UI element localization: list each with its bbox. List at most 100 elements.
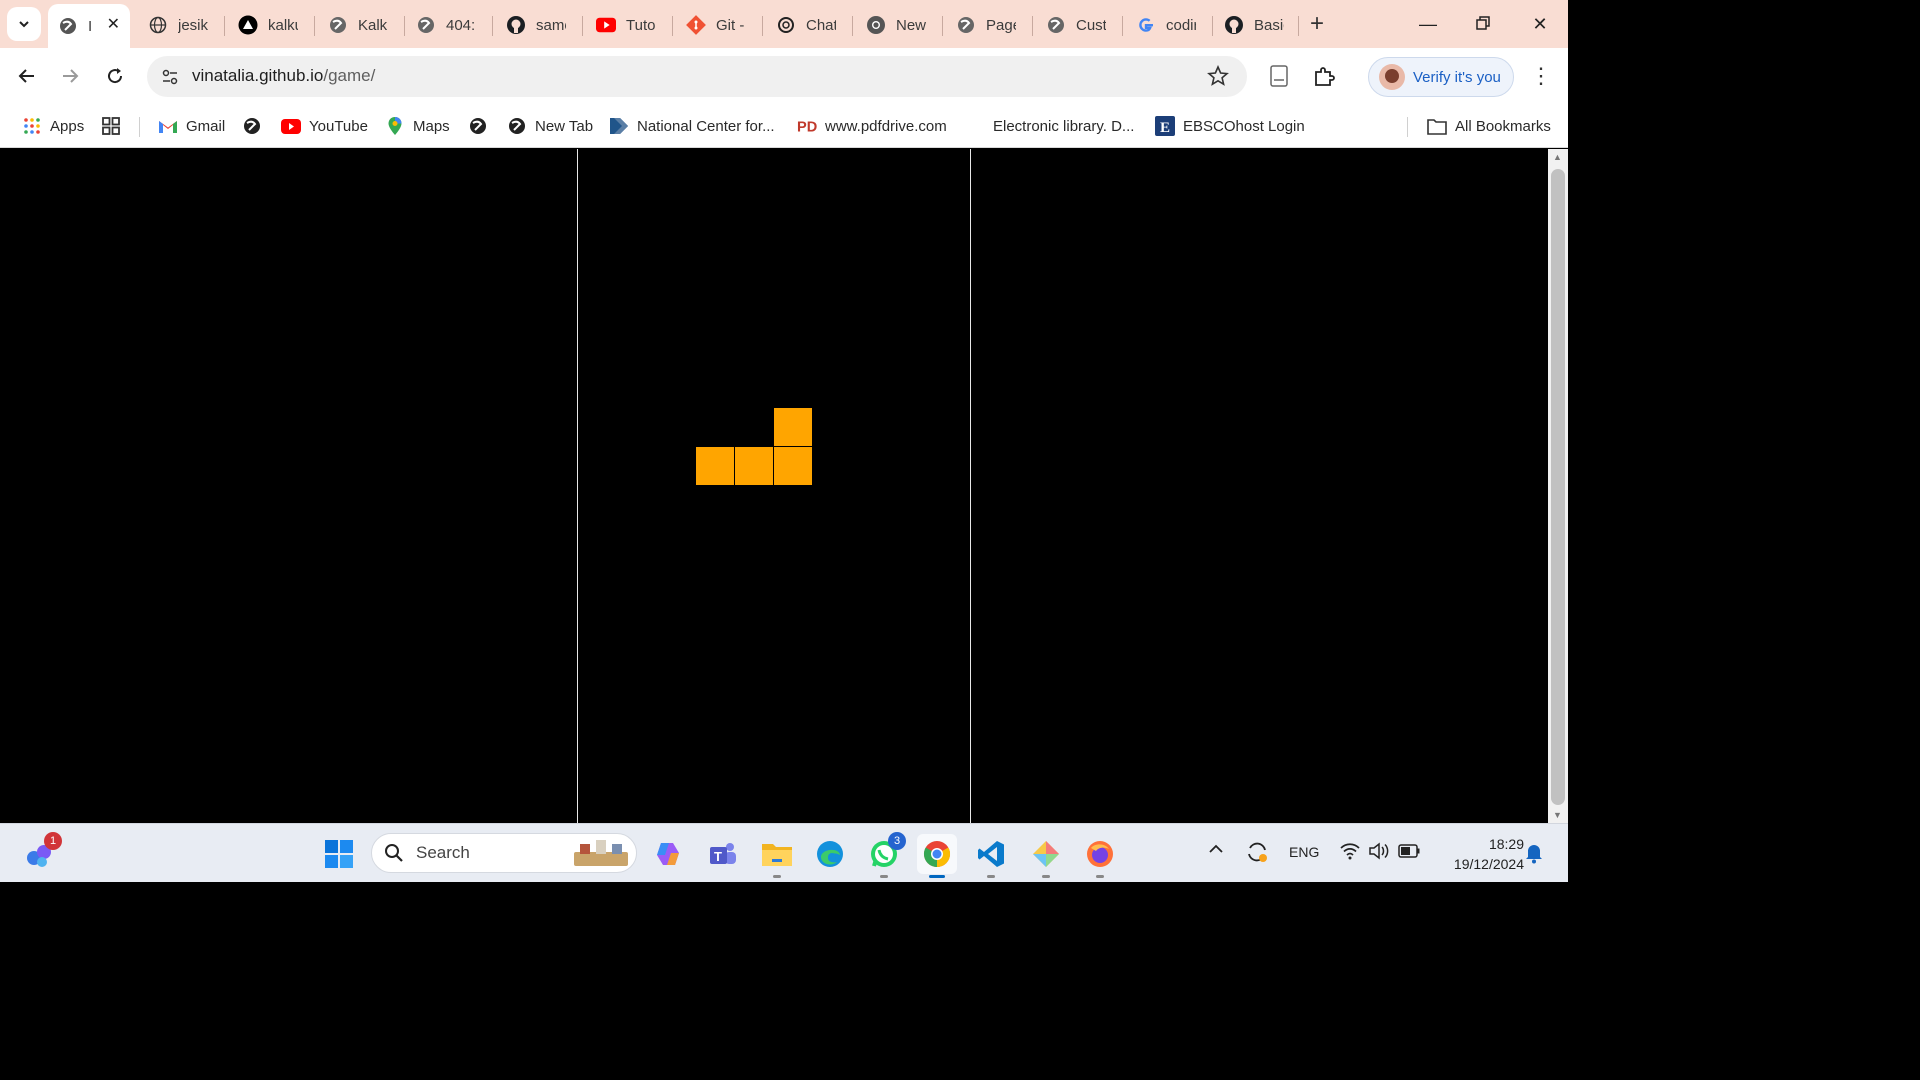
tab-title: Page <box>986 16 1016 34</box>
tab-title: Kalku <box>358 16 388 34</box>
tab[interactable]: codir <box>1126 6 1210 44</box>
firefox-icon <box>1087 841 1113 867</box>
bookmark-star-button[interactable] <box>1207 64 1229 87</box>
tab-active[interactable]: I ✕ <box>48 4 130 48</box>
profile-button[interactable]: Verify it's you <box>1368 57 1514 97</box>
tray-overflow-button[interactable] <box>1208 842 1224 859</box>
close-window-button[interactable]: ✕ <box>1525 10 1555 38</box>
firefox-app[interactable] <box>1080 834 1120 878</box>
taskbar-search[interactable]: Search <box>371 833 637 873</box>
tab[interactable]: Page <box>946 6 1030 44</box>
whatsapp-app[interactable]: 3 <box>864 832 906 878</box>
new-tab-button[interactable]: + <box>1304 12 1330 38</box>
bookmark-globe[interactable] <box>468 113 496 139</box>
bookmark-apps[interactable]: Apps <box>22 113 84 139</box>
bookmark-ncbi[interactable]: National Center for... <box>609 113 775 139</box>
extensions-button[interactable] <box>1310 62 1338 90</box>
star-icon <box>1207 64 1229 86</box>
widgets-button[interactable]: 1 <box>20 832 62 874</box>
tab[interactable]: Git - <box>676 6 760 44</box>
bookmark-globe[interactable] <box>242 113 270 139</box>
tab-title: Tutor <box>626 16 656 34</box>
minimize-button[interactable]: — <box>1413 10 1443 38</box>
site-info-button[interactable] <box>157 64 183 90</box>
tab[interactable]: Chat <box>766 6 850 44</box>
tab-strip: I ✕ jesika kalku Kalku 404: samo Tutor G… <box>0 0 1568 48</box>
bookmarks-bar: Apps Gmail YouTube Maps New Tab National… <box>0 104 1568 148</box>
start-button[interactable] <box>319 834 359 874</box>
restore-button[interactable] <box>1468 10 1498 38</box>
google-icon <box>1136 15 1156 35</box>
running-indicator <box>880 875 888 878</box>
game-board[interactable] <box>577 149 971 823</box>
bookmark-gmail[interactable]: Gmail <box>158 113 225 139</box>
tab-title: codir <box>1166 16 1196 34</box>
file-explorer-app[interactable] <box>757 834 797 878</box>
bookmark-youtube[interactable]: YouTube <box>281 113 368 139</box>
tab[interactable]: Tutor <box>586 6 670 44</box>
reading-mode-button[interactable] <box>1265 62 1293 90</box>
reload-button[interactable] <box>99 60 131 92</box>
bookmark-tab-groups[interactable] <box>101 113 129 139</box>
wifi-button[interactable] <box>1340 842 1360 863</box>
tab[interactable]: Kalku <box>318 6 402 44</box>
scrollbar-thumb[interactable] <box>1551 169 1565 805</box>
tab[interactable]: Custo <box>1036 6 1120 44</box>
bookmark-new-tab[interactable]: New Tab <box>507 113 593 139</box>
tab[interactable]: 404: <box>406 6 490 44</box>
tab[interactable]: Basic <box>1214 6 1298 44</box>
tab-title: kalku <box>268 16 298 34</box>
bookmark-label: National Center for... <box>637 117 775 135</box>
vscode-app[interactable] <box>971 834 1011 878</box>
bookmark-label: Gmail <box>186 117 226 135</box>
running-indicator <box>1096 875 1104 878</box>
teams-app[interactable]: T <box>703 834 743 874</box>
sync-button[interactable] <box>1245 840 1269 867</box>
tab-search-button[interactable] <box>7 7 41 41</box>
copilot-app[interactable] <box>648 834 688 874</box>
chevron-down-icon <box>19 21 29 28</box>
gmail-icon <box>158 116 178 136</box>
battery-button[interactable] <box>1398 844 1420 861</box>
url-host: vinatalia.github.io <box>192 66 324 85</box>
browser-toolbar: vinatalia.github.io/game/ Verify it's yo… <box>0 48 1568 104</box>
bookmark-elibrary[interactable]: Electronic library. D... <box>993 113 1134 139</box>
tab-title: 404: <box>446 16 476 34</box>
close-icon[interactable]: ✕ <box>107 14 120 34</box>
tab[interactable]: kalku <box>228 6 312 44</box>
menu-button[interactable]: ⋮ <box>1530 62 1552 92</box>
scroll-up-icon[interactable]: ▲ <box>1553 152 1562 162</box>
tab-separator <box>314 16 315 36</box>
teams-icon: T <box>710 843 736 864</box>
gem-app[interactable] <box>1026 834 1066 878</box>
language-indicator[interactable]: ENG <box>1289 844 1319 860</box>
vercel-icon <box>238 15 258 35</box>
url-text[interactable]: vinatalia.github.io/game/ <box>192 66 375 86</box>
avatar <box>1379 64 1405 90</box>
tab[interactable]: jesika <box>138 6 222 44</box>
edge-app[interactable] <box>810 834 850 874</box>
clock[interactable]: 18:29 19/12/2024 <box>1432 834 1524 874</box>
bookmark-ebsco[interactable]: E EBSCOhost Login <box>1155 113 1305 139</box>
github-icon <box>1224 15 1244 35</box>
forward-button[interactable] <box>54 60 86 92</box>
tab[interactable]: New <box>856 6 940 44</box>
tab-title: Custo <box>1076 16 1106 34</box>
chrome-app[interactable] <box>917 834 957 878</box>
scroll-down-icon[interactable]: ▼ <box>1553 810 1562 820</box>
tab[interactable]: samo <box>496 6 580 44</box>
address-bar[interactable]: vinatalia.github.io/game/ <box>147 56 1247 97</box>
back-button[interactable] <box>11 60 43 92</box>
tab-separator <box>582 16 583 36</box>
search-icon <box>385 844 403 862</box>
piece-block <box>696 447 734 485</box>
tab-separator <box>1298 16 1299 36</box>
bookmark-pdfdrive[interactable]: PD www.pdfdrive.com <box>797 113 947 139</box>
all-bookmarks-button[interactable]: All Bookmarks <box>1427 113 1551 139</box>
clock-time: 18:29 <box>1488 836 1524 852</box>
page-scrollbar[interactable]: ▲ ▼ <box>1548 149 1568 823</box>
bookmark-maps[interactable]: Maps <box>385 113 450 139</box>
tab-title: I <box>88 17 93 35</box>
volume-button[interactable] <box>1368 842 1390 863</box>
notifications-button[interactable] <box>1524 842 1544 867</box>
